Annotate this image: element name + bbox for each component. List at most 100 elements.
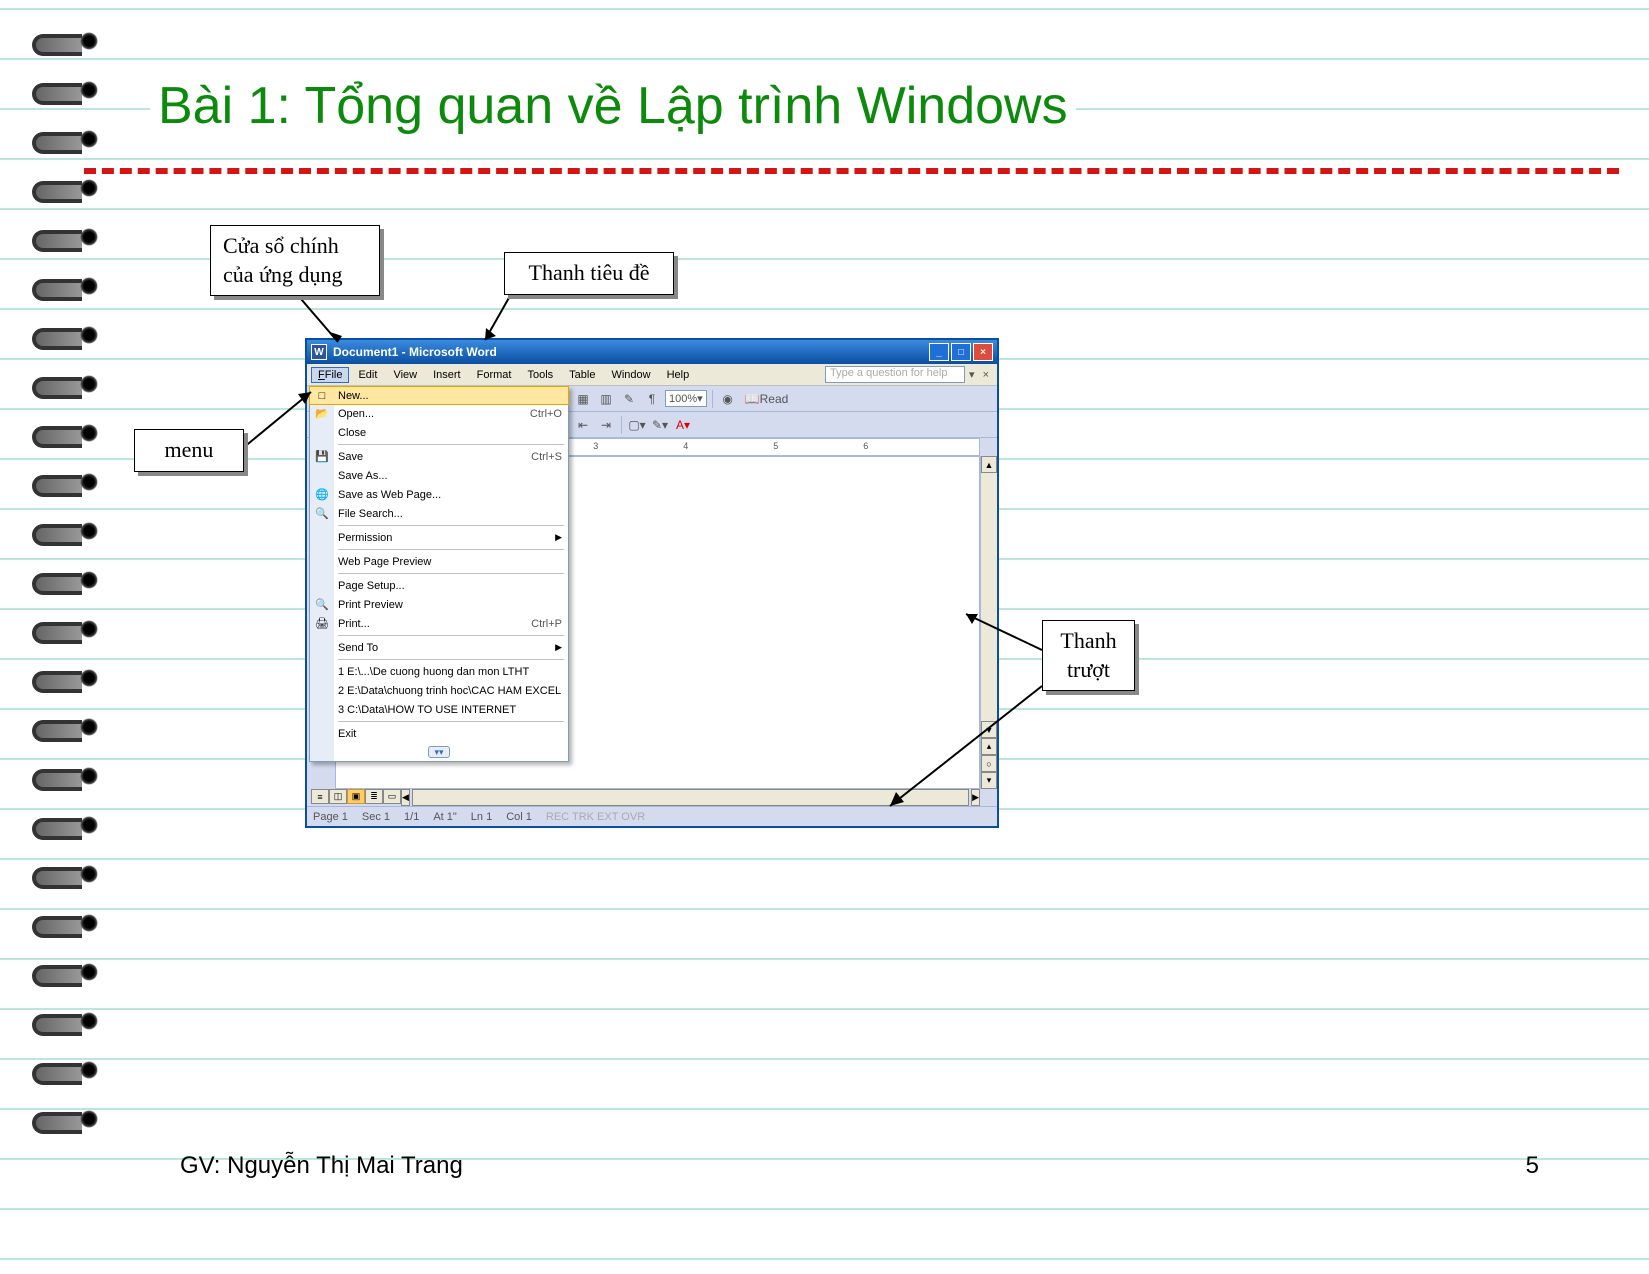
file-menu-item[interactable]: 📂Open...Ctrl+O (310, 404, 568, 423)
ruler-mark: 5 (773, 441, 778, 451)
submenu-arrow-icon: ▶ (555, 642, 562, 653)
menu-format[interactable]: Format (470, 367, 519, 383)
file-menu-item[interactable]: Web Page Preview (310, 552, 568, 571)
menu-help[interactable]: Help (660, 367, 697, 383)
menu-item-icon (314, 683, 330, 699)
menu-item-label: Save as Web Page... (338, 489, 441, 501)
ruler-mark: 4 (683, 441, 688, 451)
title-underline (84, 168, 1619, 174)
menu-window[interactable]: Window (604, 367, 657, 383)
font-color-icon[interactable]: A▾ (673, 415, 693, 435)
menu-item-icon (314, 702, 330, 718)
indent-icon[interactable]: ⇥ (596, 415, 616, 435)
menu-bar: FFileFile Edit View Insert Format Tools … (307, 364, 997, 386)
border-icon[interactable]: ▢▾ (627, 415, 647, 435)
show-para-icon[interactable]: ¶ (642, 389, 662, 409)
callout-app-window: Cửa sổ chính của ứng dụng (210, 225, 380, 296)
menu-item-label: Save (338, 451, 363, 463)
menu-item-label: 3 C:\Data\HOW TO USE INTERNET (338, 704, 516, 716)
menu-tools[interactable]: Tools (520, 367, 560, 383)
menu-item-label: Permission (338, 532, 392, 544)
menu-item-label: Exit (338, 728, 356, 740)
menu-edit[interactable]: Edit (351, 367, 384, 383)
file-menu-item[interactable]: Send To▶ (310, 638, 568, 657)
file-menu-item[interactable]: 2 E:\Data\chuong trinh hoc\CAC HAM EXCEL (310, 681, 568, 700)
maximize-button[interactable]: □ (951, 343, 971, 361)
menu-item-icon (314, 530, 330, 546)
file-menu-item[interactable]: Save As... (310, 466, 568, 485)
menu-table[interactable]: Table (562, 367, 602, 383)
menu-item-shortcut: Ctrl+P (531, 618, 562, 630)
window-title-text: Document1 - Microsoft Word (333, 345, 497, 359)
close-button[interactable]: × (973, 343, 993, 361)
scroll-left-icon[interactable]: ◀ (401, 789, 410, 806)
slide-title: Bài 1: Tổng quan về Lập trình Windows (150, 72, 1076, 140)
outline-view-button[interactable]: ≣ (365, 789, 383, 804)
normal-view-button[interactable]: ≡ (311, 789, 329, 804)
menu-item-icon (314, 726, 330, 742)
file-menu-item[interactable]: 💾SaveCtrl+S (310, 447, 568, 466)
zoom-box[interactable]: 100% ▾ (665, 390, 707, 407)
minimize-button[interactable]: _ (929, 343, 949, 361)
ruler-mark: 3 (593, 441, 598, 451)
spiral-binding (52, 30, 98, 1130)
menu-item-icon: 🌐 (314, 487, 330, 503)
file-menu-item[interactable]: Permission ▶ (310, 528, 568, 547)
file-menu-item[interactable]: 🖨 Print... Ctrl+P (310, 614, 568, 633)
menu-item-label: 2 E:\Data\chuong trinh hoc\CAC HAM EXCEL (338, 685, 561, 697)
menu-item-icon: 🖨 (314, 616, 330, 632)
footer-text: GV: Nguyễn Thị Mai Trang (180, 1152, 463, 1180)
arrow-hscroll (880, 680, 1050, 825)
status-at: At 1" (433, 811, 456, 823)
expand-menu-button[interactable]: ▾▾ (428, 746, 450, 758)
menu-item-icon (314, 578, 330, 594)
drawing-icon[interactable]: ✎ (619, 389, 639, 409)
file-menu-item[interactable]: Exit (310, 724, 568, 743)
menu-item-icon (314, 468, 330, 484)
read-button[interactable]: 📖 Read (741, 389, 793, 409)
reading-view-button[interactable]: ▭ (383, 789, 401, 804)
status-section: Sec 1 (362, 811, 390, 823)
menu-item-label: 1 E:\...\De cuong huong dan mon LTHT (338, 666, 529, 678)
file-menu-item[interactable]: 🔍Print Preview (310, 595, 568, 614)
web-view-button[interactable]: ◫ (329, 789, 347, 804)
menu-item-icon (314, 640, 330, 656)
menu-item-label: Print... (338, 618, 370, 630)
table-icon[interactable]: ▦ (573, 389, 593, 409)
file-menu-item[interactable]: 🌐 Save as Web Page... (310, 485, 568, 504)
file-menu-item[interactable]: Close (310, 423, 568, 442)
menu-item-icon: 🔍 (314, 597, 330, 613)
print-layout-button[interactable]: ▣ (347, 789, 365, 804)
menu-item-label: Open... (338, 408, 374, 420)
highlight-icon[interactable]: ✎▾ (650, 415, 670, 435)
file-menu-item[interactable]: 3 C:\Data\HOW TO USE INTERNET (310, 700, 568, 719)
menu-file[interactable]: FFileFile (311, 367, 349, 383)
status-modes: REC TRK EXT OVR (546, 811, 645, 823)
scroll-up-icon[interactable]: ▲ (981, 456, 997, 473)
status-pages: 1/1 (404, 811, 419, 823)
outdent-icon[interactable]: ⇤ (573, 415, 593, 435)
menu-item-label: File Search... (338, 508, 403, 520)
file-menu-item[interactable]: 1 E:\...\De cuong huong dan mon LTHT (310, 662, 568, 681)
arrow-app-window (290, 292, 350, 357)
help-search-input[interactable]: Type a question for help (825, 366, 965, 383)
status-page: Page 1 (313, 811, 348, 823)
file-menu-item[interactable]: Page Setup... (310, 576, 568, 595)
arrow-title-bar (480, 296, 520, 351)
columns-icon[interactable]: ▥ (596, 389, 616, 409)
menu-item-label: Page Setup... (338, 580, 405, 592)
menu-insert[interactable]: Insert (426, 367, 468, 383)
title-bar[interactable]: W Document1 - Microsoft Word _ □ × (307, 340, 997, 364)
help-dropdown-icon[interactable]: ▾ (969, 368, 975, 381)
help-close-icon[interactable]: × (979, 369, 993, 381)
menu-item-label: Web Page Preview (338, 556, 431, 568)
file-menu-item[interactable]: □New... (309, 386, 569, 405)
file-menu-item[interactable]: 🔍File Search... (310, 504, 568, 523)
menu-view[interactable]: View (386, 367, 424, 383)
menu-item-label: New... (338, 390, 369, 402)
menu-item-label: Close (338, 427, 366, 439)
submenu-arrow-icon: ▶ (555, 532, 562, 543)
menu-item-label: Save As... (338, 470, 388, 482)
menu-item-shortcut: Ctrl+S (531, 451, 562, 463)
help-icon[interactable]: ◉ (718, 389, 738, 409)
